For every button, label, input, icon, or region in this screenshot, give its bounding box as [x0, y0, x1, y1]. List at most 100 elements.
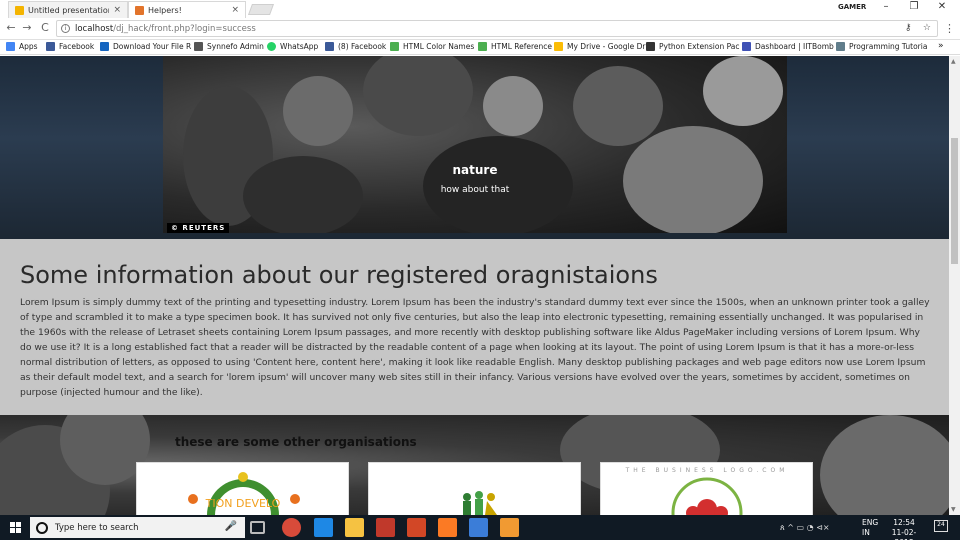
key-icon[interactable]: ⚷	[905, 23, 912, 33]
xampp-icon	[135, 5, 144, 15]
bookmark-label: Dashboard | IITBomb	[755, 42, 834, 51]
bookmark-label: HTML Reference	[491, 42, 553, 51]
bookmark-label: WhatsApp	[280, 42, 319, 51]
bookmark-facebook[interactable]: Facebook	[46, 42, 94, 51]
microphone-icon[interactable]: 🎤	[225, 521, 237, 532]
apps-grid-icon	[6, 42, 15, 51]
organisations-heading: these are some other organisations	[175, 435, 417, 449]
clock-time: 12:54	[893, 518, 915, 527]
carousel-title: nature	[452, 163, 498, 177]
bookmark-html-reference[interactable]: HTML Reference	[478, 42, 552, 51]
bookmark-download[interactable]: Download Your File R	[100, 42, 191, 51]
tab-untitled-presentation[interactable]: Untitled presentation - G ×	[8, 1, 128, 18]
chrome-icon[interactable]	[282, 518, 301, 537]
vertical-scrollbar[interactable]: ▲ ▼	[949, 56, 960, 515]
section-paragraph: Lorem Ipsum is simply dummy text of the …	[20, 297, 930, 398]
clock-date: 11-02-2018	[891, 528, 917, 547]
close-tab-icon[interactable]: ×	[113, 5, 121, 15]
bookmark-label: Synnefo Admin	[207, 42, 264, 51]
organisation-logo: THE BUSINESS LOGO.COM	[625, 467, 789, 515]
bookmark-python-extension[interactable]: Python Extension Pac	[646, 42, 740, 51]
download-site-icon	[100, 42, 109, 51]
scroll-up-arrow[interactable]: ▲	[951, 58, 956, 65]
bookmark-label: Apps	[19, 42, 38, 51]
bookmark-whatsapp[interactable]: WhatsApp	[267, 42, 318, 51]
bookmark-programming[interactable]: Programming Tutoria	[836, 42, 927, 51]
edge-icon[interactable]	[314, 518, 333, 537]
photo-credit: © REUTERS	[167, 223, 230, 233]
reload-button[interactable]: C	[38, 21, 52, 34]
bookmark-label: Programming Tutoria	[849, 42, 928, 51]
bookmark-label: HTML Color Names	[403, 42, 475, 51]
cortana-icon	[36, 521, 48, 534]
bookmark-dashboard[interactable]: Dashboard | IITBomb	[742, 42, 834, 51]
taskbar-search[interactable]: Type here to search 🎤	[30, 517, 245, 538]
page-content[interactable]: nature how about that © REUTERS Some inf…	[0, 56, 949, 515]
new-tab-button[interactable]	[247, 4, 275, 15]
tab-label: Helpers!	[148, 5, 182, 15]
whatsapp-icon	[267, 42, 276, 51]
minimize-button[interactable]: –	[876, 1, 896, 12]
iitb-icon	[742, 42, 751, 51]
xampp-icon[interactable]	[438, 518, 457, 537]
mail-icon[interactable]	[376, 518, 395, 537]
bookmark-apps[interactable]: Apps	[6, 42, 38, 51]
organisation-card[interactable]: TION DEVELO	[136, 462, 349, 515]
bookmark-star-icon[interactable]: ☆	[923, 23, 931, 33]
organisations-section: these are some other organisations TION …	[0, 415, 949, 515]
hero-banner: nature how about that © REUTERS	[0, 56, 949, 239]
scroll-down-arrow[interactable]: ▼	[951, 506, 956, 513]
back-button[interactable]: ←	[4, 21, 18, 34]
sublime-text-icon[interactable]	[500, 518, 519, 537]
powerpoint-icon[interactable]	[407, 518, 426, 537]
hero-carousel-image: nature how about that © REUTERS	[163, 56, 787, 233]
action-center-icon[interactable]: 24	[934, 520, 948, 532]
close-tab-icon[interactable]: ×	[231, 5, 239, 15]
logo-text: TION DEVELO	[205, 497, 281, 510]
file-explorer-icon[interactable]	[345, 518, 364, 537]
bookmark-label: (8) Facebook	[338, 42, 387, 51]
section-heading: Some information about our registered or…	[20, 261, 658, 289]
search-placeholder: Type here to search	[55, 522, 139, 533]
bookmark-label: Python Extension Pac	[659, 42, 740, 51]
bookmark-my-drive[interactable]: My Drive - Google Dr	[554, 42, 645, 51]
tab-helpers[interactable]: Helpers! ×	[128, 1, 246, 18]
html-icon	[390, 42, 399, 51]
windows-start-icon[interactable]	[10, 522, 21, 533]
bookmark-label: My Drive - Google Dr	[567, 42, 646, 51]
logo-text: THE BUSINESS LOGO.COM	[625, 467, 789, 474]
bookmark-html-color-names[interactable]: HTML Color Names	[390, 42, 474, 51]
html-icon	[478, 42, 487, 51]
language-region: IN	[862, 528, 870, 537]
task-view-icon[interactable]	[250, 521, 265, 534]
organisation-logo	[463, 491, 497, 515]
google-drive-icon	[554, 42, 563, 51]
profile-name[interactable]: GAMER	[838, 3, 866, 11]
bookmark-label: Facebook	[59, 42, 95, 51]
more-bookmarks-icon[interactable]: »	[938, 41, 944, 51]
language-code: ENG	[862, 518, 879, 527]
scrollbar-thumb[interactable]	[951, 138, 958, 264]
lfd-icon	[646, 42, 655, 51]
close-window-button[interactable]: ✕	[932, 1, 952, 12]
url-path: /dj_hack/front.php?login=success	[113, 23, 256, 34]
taskbar: Type here to search 🎤 ጰ ^ ▭ ◔ ⊲× ENG IN …	[0, 515, 960, 547]
address-bar[interactable]: i localhost/dj_hack/front.php?login=succ…	[56, 20, 938, 37]
info-icon[interactable]: i	[61, 24, 70, 33]
tutorials-icon	[836, 42, 845, 51]
facebook-icon	[46, 42, 55, 51]
system-tray-icons[interactable]: ጰ ^ ▭ ◔ ⊲×	[780, 523, 830, 533]
forward-button[interactable]: →	[20, 21, 34, 34]
restore-button[interactable]: ❐	[904, 1, 924, 12]
info-section: Some information about our registered or…	[0, 239, 949, 415]
synnefo-icon	[194, 42, 203, 51]
bookmark-facebook-8[interactable]: (8) Facebook	[325, 42, 386, 51]
slides-icon	[15, 5, 24, 15]
menu-icon[interactable]: ⋮	[944, 22, 955, 35]
organisation-card[interactable]: THE BUSINESS LOGO.COM	[600, 462, 813, 515]
bookmark-label: Download Your File R	[113, 42, 192, 51]
bookmark-synnefo[interactable]: Synnefo Admin	[194, 42, 264, 51]
organisation-card[interactable]	[368, 462, 581, 515]
app-icon[interactable]	[469, 518, 488, 537]
carousel-subtitle: how about that	[440, 185, 510, 195]
